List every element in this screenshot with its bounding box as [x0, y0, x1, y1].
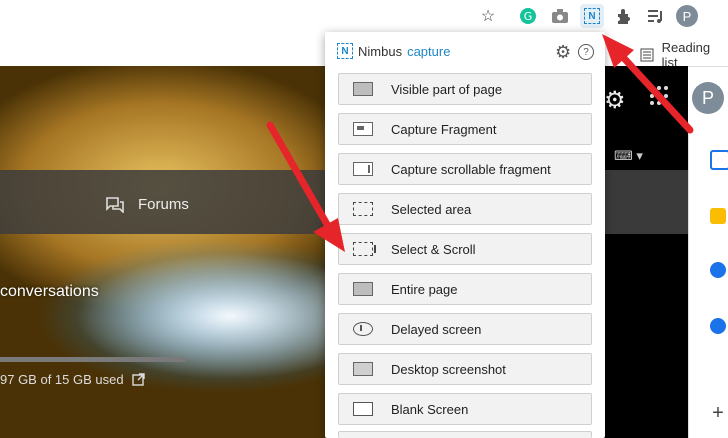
- annotation-arrows: [266, 34, 694, 252]
- arrow-to-select-scroll: [266, 121, 345, 252]
- arrow-to-nimbus-icon: [602, 34, 694, 134]
